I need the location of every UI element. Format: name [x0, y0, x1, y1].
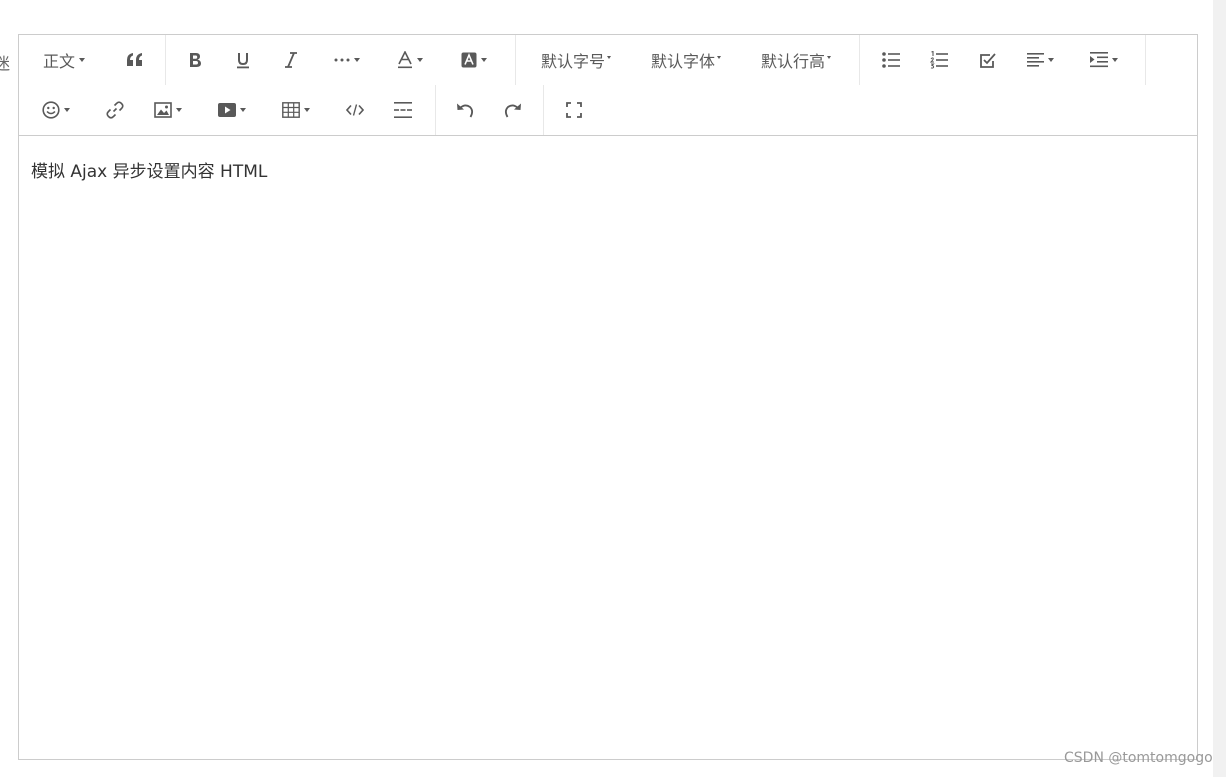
- line-height-select-button[interactable]: 默认行高: [751, 35, 841, 85]
- toolbar-divider: [515, 35, 516, 85]
- blockquote-button[interactable]: [115, 35, 155, 85]
- chevron-down-icon: [304, 108, 310, 112]
- more-icon: [334, 58, 350, 62]
- editor-toolbar: 正文 默认字号 默认字体 默认行高: [19, 35, 1197, 136]
- chevron-down-icon: [79, 58, 85, 62]
- font-color-button[interactable]: [385, 35, 435, 85]
- checkbox-icon: [979, 52, 996, 68]
- align-left-icon: [1026, 53, 1044, 67]
- toolbar-divider: [543, 85, 544, 135]
- page-scrollbar[interactable]: [1213, 0, 1226, 777]
- chevron-down-icon: [240, 108, 246, 112]
- fullscreen-button[interactable]: [554, 85, 594, 135]
- bold-button[interactable]: [175, 35, 215, 85]
- watermark: CSDN @tomtomgogo: [1064, 750, 1213, 766]
- bold-icon: [190, 53, 201, 67]
- quote-icon: [127, 53, 142, 66]
- chevron-down-icon: [607, 55, 611, 59]
- background-color-button[interactable]: [449, 35, 499, 85]
- chevron-down-icon: [481, 58, 487, 62]
- line-height-label: 默认行高: [760, 52, 825, 71]
- undo-icon: [457, 103, 474, 118]
- bulleted-list-icon: [882, 52, 900, 68]
- chevron-down-icon: [717, 55, 721, 59]
- video-icon: [218, 103, 236, 117]
- underline-button[interactable]: [223, 35, 263, 85]
- toolbar-row-2: [19, 85, 1197, 135]
- divider-button[interactable]: [383, 85, 423, 135]
- horizontal-rule-icon: [394, 102, 412, 118]
- undo-button[interactable]: [445, 85, 485, 135]
- font-color-icon: [398, 51, 412, 69]
- justify-button[interactable]: [1015, 35, 1065, 85]
- toolbar-divider: [435, 85, 436, 135]
- toolbar-divider: [165, 35, 166, 85]
- chevron-down-icon: [176, 108, 182, 112]
- table-icon: [282, 102, 300, 118]
- background-color-icon: [461, 52, 477, 68]
- indent-icon: [1090, 52, 1108, 68]
- font-size-label: 默认字号: [540, 52, 605, 71]
- toolbar-divider: [1145, 35, 1146, 85]
- image-icon: [154, 102, 172, 118]
- todo-list-button[interactable]: [967, 35, 1007, 85]
- chevron-down-icon: [417, 58, 423, 62]
- more-styles-button[interactable]: [321, 35, 373, 85]
- code-icon: [346, 104, 364, 116]
- italic-icon: [285, 52, 297, 68]
- redo-icon: [504, 103, 521, 118]
- chevron-down-icon: [827, 55, 831, 59]
- clipped-side-text: 迷: [0, 54, 11, 73]
- chevron-down-icon: [354, 58, 360, 62]
- indent-button[interactable]: [1079, 35, 1129, 85]
- chevron-down-icon: [1112, 58, 1118, 62]
- editor-content[interactable]: 模拟 Ajax 异步设置内容 HTML: [31, 157, 267, 182]
- code-block-button[interactable]: [335, 85, 375, 135]
- toolbar-row-1: 正文 默认字号 默认字体 默认行高: [19, 35, 1197, 85]
- emotion-button[interactable]: [33, 85, 79, 135]
- insert-image-button[interactable]: [145, 85, 191, 135]
- insert-table-button[interactable]: [273, 85, 319, 135]
- rich-text-editor: 正文 默认字号 默认字体 默认行高 模拟 Ajax 异步设置内容 HTML: [18, 34, 1198, 760]
- redo-button[interactable]: [493, 85, 533, 135]
- emoji-icon: [42, 101, 60, 119]
- italic-button[interactable]: [271, 35, 311, 85]
- font-family-select-button[interactable]: 默认字体: [641, 35, 731, 85]
- insert-video-button[interactable]: [209, 85, 255, 135]
- header-select-label: 正文: [42, 52, 75, 71]
- bulleted-list-button[interactable]: [871, 35, 911, 85]
- font-size-select-button[interactable]: 默认字号: [531, 35, 621, 85]
- chevron-down-icon: [1047, 58, 1054, 62]
- link-icon: [106, 101, 124, 119]
- numbered-list-button[interactable]: [919, 35, 959, 85]
- header-select-button[interactable]: 正文: [33, 35, 95, 85]
- underline-icon: [237, 52, 249, 68]
- chevron-down-icon: [64, 108, 70, 112]
- numbered-list-icon: [930, 51, 948, 69]
- font-family-label: 默认字体: [650, 52, 715, 71]
- insert-link-button[interactable]: [95, 85, 135, 135]
- fullscreen-icon: [566, 102, 582, 118]
- toolbar-divider: [859, 35, 860, 85]
